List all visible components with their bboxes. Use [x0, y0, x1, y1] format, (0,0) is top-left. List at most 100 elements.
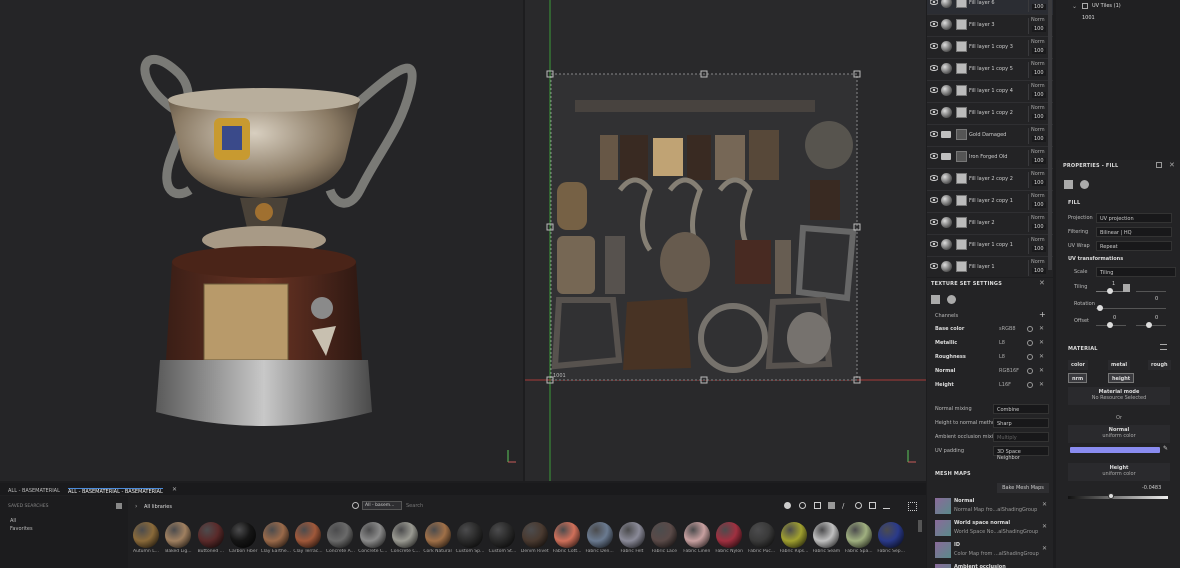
channel-format[interactable]: sRGB8	[999, 326, 1016, 332]
material-thumbnail[interactable]	[748, 522, 775, 548]
shelf-search-input[interactable]	[406, 502, 606, 511]
uv-transformations-header[interactable]: UV transformations	[1068, 256, 1123, 262]
layer-row[interactable]: Gold Damaged Norm 100	[927, 125, 1053, 147]
channel-format[interactable]: RGB16F	[999, 368, 1019, 374]
chip-nrm[interactable]: nrm	[1068, 373, 1088, 383]
layer-opacity[interactable]: 100	[1032, 70, 1046, 76]
channel-format[interactable]: L16F	[999, 382, 1011, 388]
layer-opacity[interactable]: 100	[1032, 4, 1046, 10]
normal-color-swatch[interactable]	[1070, 447, 1160, 453]
material-thumbnail[interactable]	[133, 522, 159, 548]
tree-favorites[interactable]: Favorites	[10, 526, 33, 532]
layer-opacity[interactable]: 100	[1032, 268, 1046, 274]
remove-mesh-map-icon[interactable]: ✕	[1042, 545, 1047, 552]
eye-icon[interactable]	[929, 153, 939, 159]
channel-row[interactable]: Roughness L8 ✕	[935, 353, 1047, 365]
mesh-map-row[interactable]: Normal Normal Map fro...alShadingGroup ✕	[935, 496, 1051, 516]
blend-mode[interactable]: Norm	[1031, 39, 1045, 45]
setting-select[interactable]: Combine	[993, 404, 1049, 414]
layer-row[interactable]: Fill layer 1 copy 5 Norm 100	[927, 59, 1053, 81]
material-thumbnail[interactable]	[457, 522, 483, 548]
eye-icon[interactable]	[929, 21, 939, 27]
remove-mesh-map-icon[interactable]: ✕	[1042, 523, 1047, 530]
filtering-select[interactable]: Bilinear | HQ	[1096, 227, 1172, 237]
height-slider[interactable]	[1068, 496, 1168, 499]
tiling-slider-y[interactable]	[1136, 291, 1166, 292]
scale-select[interactable]: Tiling	[1096, 267, 1176, 277]
blend-mode[interactable]: Norm	[1031, 215, 1045, 221]
layer-row[interactable]: Fill layer 3 Norm 100	[927, 15, 1053, 37]
channel-settings-icon[interactable]	[1027, 368, 1033, 374]
eye-icon[interactable]	[929, 197, 939, 203]
eye-icon[interactable]	[929, 43, 939, 49]
chip-metal[interactable]: metal	[1108, 360, 1131, 370]
mask-filter-icon[interactable]	[814, 502, 821, 509]
material-thumbnail[interactable]	[392, 522, 419, 548]
chevron-down-icon[interactable]: ⌄	[1072, 3, 1077, 10]
shelf-tab-1[interactable]: ALL - BASEMATERIAL	[8, 488, 60, 494]
setting-select[interactable]: 3D Space Neighbor	[993, 446, 1049, 461]
material-thumbnail[interactable]	[781, 522, 807, 548]
rotation-slider[interactable]	[1096, 308, 1166, 309]
eye-icon[interactable]	[929, 109, 939, 115]
layer-row[interactable]: Fill layer 6 Norm 100	[927, 0, 1053, 15]
eye-icon[interactable]	[929, 0, 939, 5]
layer-row[interactable]: Fill layer 2 Norm 100	[927, 213, 1053, 235]
blend-mode[interactable]: Norm	[1031, 83, 1045, 89]
blend-mode[interactable]: Norm	[1031, 61, 1045, 67]
viewport-2d-uv[interactable]: 1001	[525, 0, 926, 481]
layer-row[interactable]: Fill layer 2 copy 1 Norm 100	[927, 191, 1053, 213]
grid-view-icon[interactable]	[908, 502, 917, 511]
layer-opacity[interactable]: 100	[1032, 224, 1046, 230]
layer-row[interactable]: Fill layer 1 Norm 100	[927, 257, 1053, 277]
material-thumbnail[interactable]	[295, 522, 321, 548]
bake-mesh-maps-button[interactable]: Bake Mesh Maps	[997, 483, 1049, 493]
blend-mode[interactable]: Norm	[1031, 171, 1045, 177]
setting-select[interactable]: Sharp	[993, 418, 1049, 428]
channel-format[interactable]: L8	[999, 340, 1005, 346]
eye-icon[interactable]	[929, 241, 939, 247]
normal-box[interactable]: Normal uniform color	[1068, 425, 1170, 443]
shelf-scrollbar[interactable]	[918, 520, 922, 532]
offset-x-handle[interactable]	[1107, 322, 1113, 328]
environment-icon[interactable]	[855, 502, 862, 509]
mesh-map-row[interactable]: ID Color Map from ...alShadingGroup ✕	[935, 540, 1051, 560]
layer-row[interactable]: Fill layer 1 copy 3 Norm 100	[927, 37, 1053, 59]
material-thumbnail[interactable]	[424, 522, 451, 548]
layer-row[interactable]: Fill layer 1 copy 4 Norm 100	[927, 81, 1053, 103]
material-filter-icon[interactable]	[784, 502, 791, 509]
channel-settings-icon[interactable]	[1027, 382, 1033, 388]
eye-icon[interactable]	[929, 131, 939, 137]
smart-material-icon[interactable]	[799, 502, 806, 509]
close-icon[interactable]: ✕	[1169, 161, 1175, 169]
material-thumbnail[interactable]	[683, 522, 710, 548]
remove-channel-icon[interactable]: ✕	[1039, 353, 1044, 360]
layer-opacity[interactable]: 100	[1032, 180, 1046, 186]
material-thumbnail[interactable]	[230, 522, 257, 548]
remove-channel-icon[interactable]: ✕	[1039, 381, 1044, 388]
layer-opacity[interactable]: 100	[1032, 246, 1046, 252]
eye-icon[interactable]	[929, 65, 939, 71]
layer-opacity[interactable]: 100	[1032, 114, 1046, 120]
material-thumbnail[interactable]	[521, 522, 548, 548]
blend-mode[interactable]: Norm	[1031, 127, 1045, 133]
add-channel-icon[interactable]: +	[1039, 310, 1046, 319]
material-thumbnail[interactable]	[716, 522, 743, 548]
eye-icon[interactable]	[929, 175, 939, 181]
layer-opacity[interactable]: 100	[1032, 26, 1046, 32]
material-mode-box[interactable]: Material mode No Resource Selected	[1068, 387, 1170, 405]
blend-mode[interactable]: Norm	[1031, 237, 1045, 243]
material-props-icon[interactable]	[1080, 180, 1089, 189]
tree-all[interactable]: All	[10, 518, 16, 524]
material-thumbnail[interactable]	[359, 522, 386, 548]
eye-icon[interactable]	[929, 87, 939, 93]
blend-mode[interactable]: Norm	[1031, 17, 1045, 23]
setting-select[interactable]: Multiply	[993, 432, 1049, 442]
layer-opacity[interactable]: 100	[1032, 136, 1046, 142]
menu-icon[interactable]	[1160, 344, 1167, 350]
material-thumbnail[interactable]	[262, 522, 289, 548]
remove-channel-icon[interactable]: ✕	[1039, 367, 1044, 374]
texture-filter-icon[interactable]	[869, 502, 876, 509]
layer-opacity[interactable]: 100	[1032, 48, 1046, 54]
layer-row[interactable]: Fill layer 1 copy 2 Norm 100	[927, 103, 1053, 125]
